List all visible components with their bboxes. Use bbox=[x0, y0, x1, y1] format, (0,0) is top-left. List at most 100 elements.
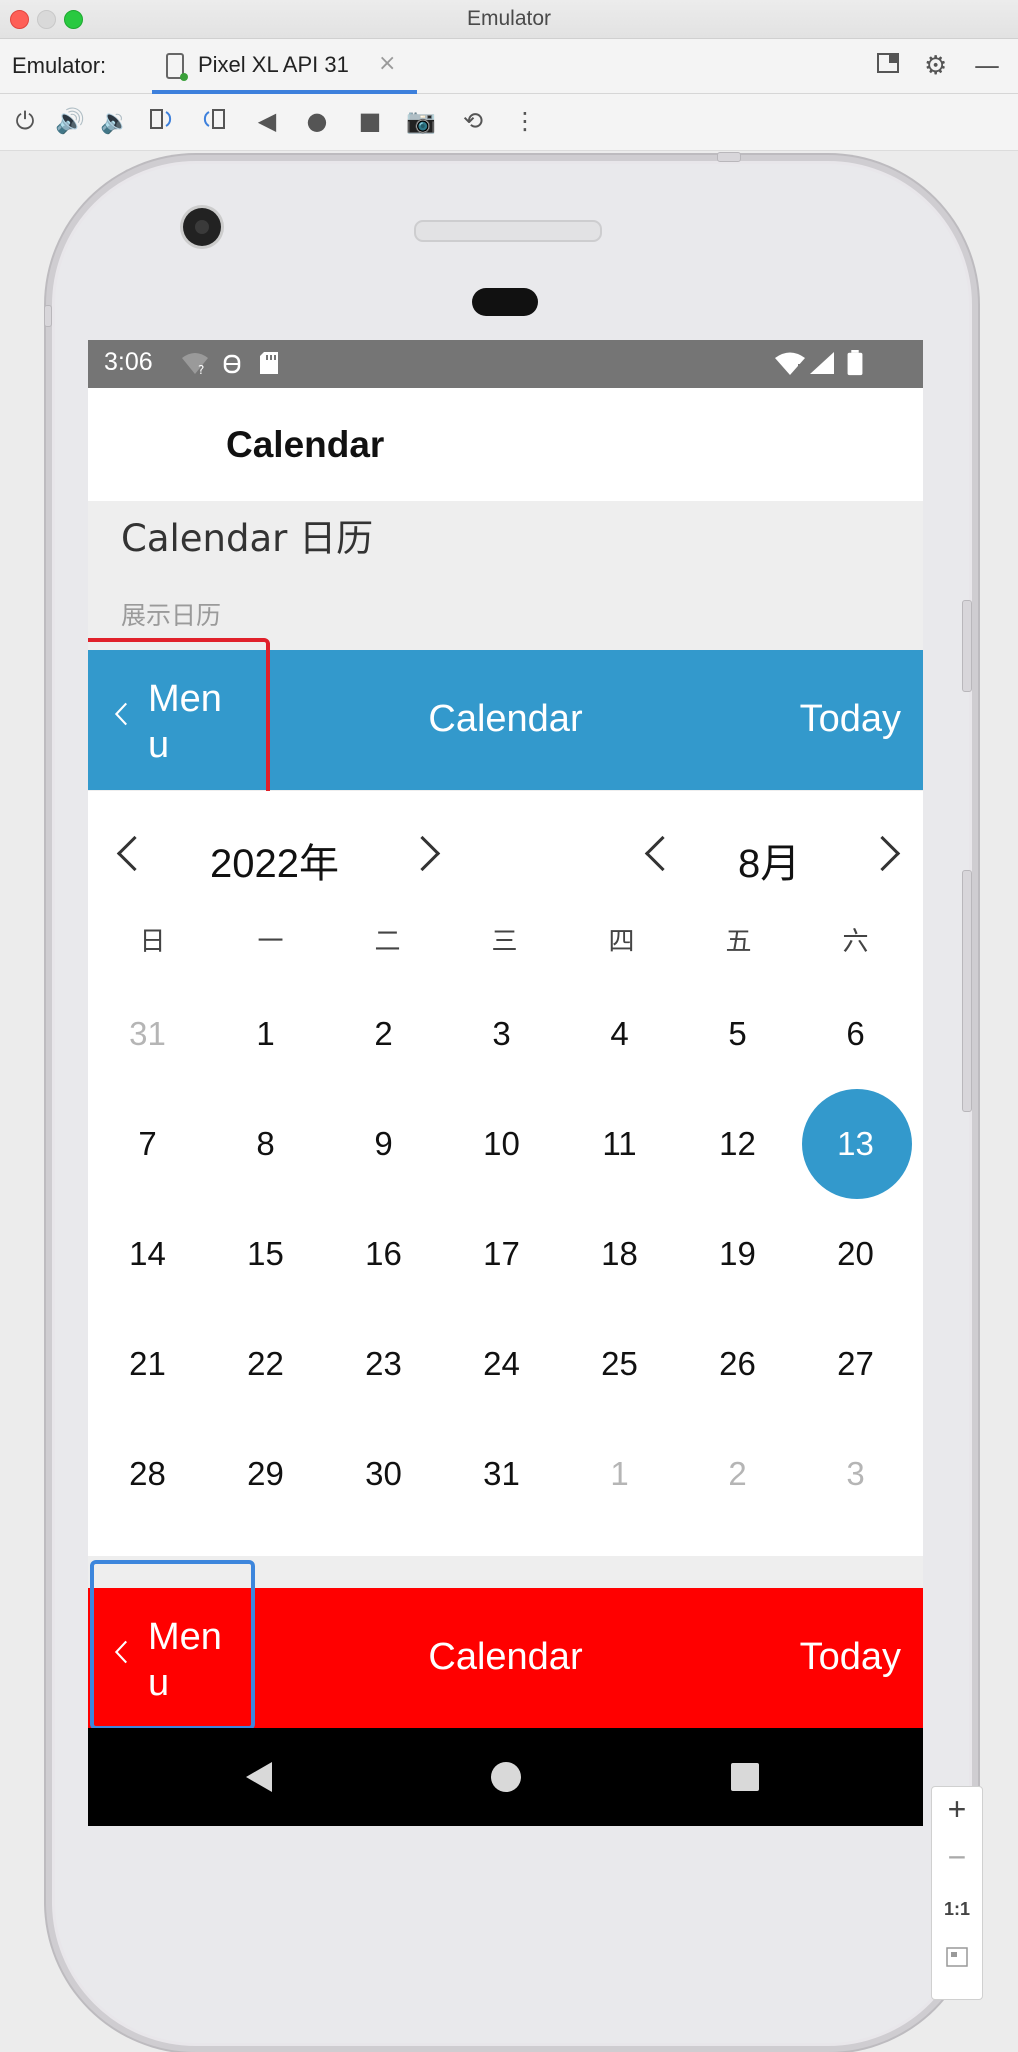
signal-icon bbox=[810, 352, 834, 374]
day-cell[interactable]: 20 bbox=[796, 1199, 915, 1309]
reset-icon[interactable]: ⟲ bbox=[458, 106, 488, 136]
proximity-sensor bbox=[472, 288, 538, 316]
today-button[interactable]: Today bbox=[800, 698, 901, 741]
day-cell[interactable]: 5 bbox=[678, 979, 797, 1089]
day-cell[interactable]: 2 bbox=[324, 979, 443, 1089]
prev-year-icon[interactable] bbox=[116, 835, 153, 872]
system-home-icon[interactable] bbox=[491, 1762, 521, 1792]
today-button[interactable]: Today bbox=[800, 1636, 901, 1679]
day-cell[interactable]: 24 bbox=[442, 1309, 561, 1419]
layout-icon[interactable] bbox=[876, 51, 900, 82]
day-cell[interactable]: 10 bbox=[442, 1089, 561, 1199]
day-cell[interactable]: 1 bbox=[560, 1419, 679, 1529]
day-cell[interactable]: 31 bbox=[442, 1419, 561, 1529]
day-cell[interactable]: 7 bbox=[88, 1089, 207, 1199]
day-number: 13 bbox=[837, 1125, 874, 1162]
zoom-out-button[interactable]: − bbox=[932, 1839, 982, 1876]
day-number: 28 bbox=[129, 1455, 166, 1492]
back-icon[interactable]: ◀ bbox=[252, 106, 282, 136]
day-cell[interactable]: 17 bbox=[442, 1199, 561, 1309]
device-icon bbox=[166, 53, 188, 81]
day-cell[interactable]: 23 bbox=[324, 1309, 443, 1419]
day-cell[interactable]: 19 bbox=[678, 1199, 797, 1309]
day-cell[interactable]: 11 bbox=[560, 1089, 679, 1199]
gear-icon[interactable]: ⚙ bbox=[924, 51, 947, 81]
day-cell[interactable]: 29 bbox=[206, 1419, 325, 1529]
overview-icon[interactable]: ■ bbox=[355, 106, 385, 136]
earpiece-speaker bbox=[414, 220, 602, 242]
highlight-box-red bbox=[88, 638, 270, 808]
day-number: 23 bbox=[365, 1345, 402, 1382]
window-titlebar: Emulator bbox=[0, 0, 1018, 39]
system-recents-icon[interactable] bbox=[731, 1763, 759, 1791]
day-number: 5 bbox=[728, 1015, 747, 1052]
camera-icon[interactable]: 📷 bbox=[406, 106, 436, 136]
close-tab-icon[interactable]: × bbox=[378, 51, 396, 76]
day-cell[interactable]: 26 bbox=[678, 1309, 797, 1419]
day-number: 10 bbox=[483, 1125, 520, 1162]
tab-pixel-xl[interactable]: Pixel XL API 31 × bbox=[152, 39, 417, 94]
day-cell[interactable]: 3 bbox=[796, 1419, 915, 1529]
day-number: 20 bbox=[837, 1235, 874, 1272]
svg-text:?: ? bbox=[198, 363, 204, 376]
zoom-fit-button[interactable] bbox=[932, 1937, 982, 1982]
day-number: 29 bbox=[247, 1455, 284, 1492]
day-cell[interactable]: 22 bbox=[206, 1309, 325, 1419]
day-number: 16 bbox=[365, 1235, 402, 1272]
debug-icon bbox=[223, 354, 241, 374]
day-number: 3 bbox=[492, 1015, 511, 1052]
phone-top-button bbox=[717, 152, 741, 162]
day-number: 1 bbox=[610, 1455, 629, 1492]
rotate-right-icon[interactable] bbox=[198, 106, 228, 136]
day-cell[interactable]: 15 bbox=[206, 1199, 325, 1309]
day-number: 6 bbox=[846, 1015, 865, 1052]
weekday-label: 三 bbox=[491, 927, 518, 957]
day-cell[interactable]: 14 bbox=[88, 1199, 207, 1309]
more-icon[interactable]: ⋮ bbox=[510, 106, 540, 136]
day-cell[interactable]: 30 bbox=[324, 1419, 443, 1529]
day-number: 8 bbox=[256, 1125, 275, 1162]
weekday-label: 二 bbox=[374, 927, 401, 957]
day-number: 15 bbox=[247, 1235, 284, 1272]
day-cell-selected[interactable]: 13 bbox=[796, 1089, 915, 1199]
page-title: Calendar bbox=[226, 424, 385, 465]
day-cell[interactable]: 2 bbox=[678, 1419, 797, 1529]
zoom-actual-size-button[interactable]: 1:1 bbox=[932, 1899, 982, 1920]
day-cell[interactable]: 4 bbox=[560, 979, 679, 1089]
power-icon[interactable]: ⏻ bbox=[10, 106, 40, 136]
year-label: 2022年 bbox=[210, 842, 339, 886]
day-cell[interactable]: 25 bbox=[560, 1309, 679, 1419]
day-cell[interactable]: 9 bbox=[324, 1089, 443, 1199]
day-cell[interactable]: 21 bbox=[88, 1309, 207, 1419]
next-month-icon[interactable] bbox=[864, 835, 901, 872]
day-number: 31 bbox=[483, 1455, 520, 1492]
phone-side-button bbox=[962, 600, 972, 692]
zoom-in-button[interactable]: + bbox=[932, 1791, 982, 1828]
app-bar: Calendar bbox=[88, 388, 923, 501]
day-cell[interactable]: 6 bbox=[796, 979, 915, 1089]
day-number: 17 bbox=[483, 1235, 520, 1272]
prev-month-icon[interactable] bbox=[644, 835, 681, 872]
day-cell[interactable]: 3 bbox=[442, 979, 561, 1089]
day-number: 25 bbox=[601, 1345, 638, 1382]
home-icon[interactable]: ● bbox=[302, 106, 332, 136]
wifi-unknown-icon: ? bbox=[182, 353, 208, 376]
minimize-panel-icon[interactable]: — bbox=[974, 51, 1000, 81]
day-cell[interactable]: 1 bbox=[206, 979, 325, 1089]
section-title: Calendar 日历 bbox=[121, 517, 374, 560]
device-screen: 3:06 ? Calendar Calendar 日历 展示日历 Menu Ca… bbox=[88, 340, 923, 1826]
next-year-icon[interactable] bbox=[404, 835, 441, 872]
volume-up-icon[interactable]: 🔊 bbox=[55, 106, 85, 136]
day-cell[interactable]: 16 bbox=[324, 1199, 443, 1309]
rotate-left-icon[interactable] bbox=[147, 106, 177, 136]
day-cell[interactable]: 31 bbox=[88, 979, 207, 1089]
volume-down-icon[interactable]: 🔉 bbox=[100, 106, 130, 136]
weekday-label: 六 bbox=[842, 927, 869, 957]
day-cell[interactable]: 12 bbox=[678, 1089, 797, 1199]
day-cell[interactable]: 28 bbox=[88, 1419, 207, 1529]
day-cell[interactable]: 8 bbox=[206, 1089, 325, 1199]
day-cell[interactable]: 27 bbox=[796, 1309, 915, 1419]
system-back-icon[interactable] bbox=[246, 1762, 272, 1792]
system-nav-bar bbox=[88, 1728, 923, 1826]
day-cell[interactable]: 18 bbox=[560, 1199, 679, 1309]
